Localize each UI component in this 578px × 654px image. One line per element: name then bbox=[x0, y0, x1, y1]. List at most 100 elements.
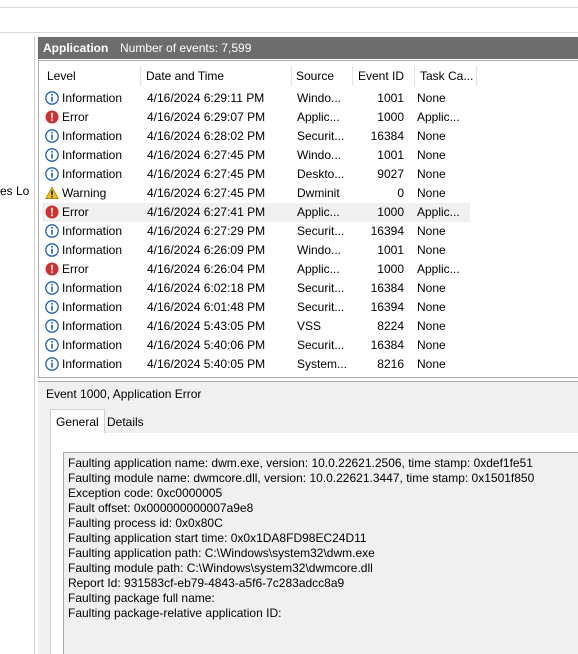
table-row[interactable]: Information 4/16/2024 6:27:45 PM Deskto...… bbox=[42, 165, 578, 184]
cell-date: 4/16/2024 6:27:45 PM bbox=[147, 186, 266, 200]
cell-date: 4/16/2024 5:43:05 PM bbox=[147, 319, 266, 333]
column-header-task-category[interactable]: Task Ca... bbox=[415, 66, 477, 86]
level-text: Error bbox=[62, 110, 89, 124]
table-row[interactable]: Error 4/16/2024 6:26:04 PM Applic... 1000 Ap… bbox=[42, 260, 578, 279]
table-row[interactable]: Error 4/16/2024 6:29:07 PM Applic... 1000 Ap… bbox=[42, 108, 578, 127]
cell-event-id: 0 bbox=[397, 186, 404, 200]
cell-level: Information bbox=[45, 146, 140, 165]
cell-source: System... bbox=[297, 357, 347, 371]
cell-event-id: 16394 bbox=[370, 300, 404, 314]
console-tree-pane[interactable]: ces Lo bbox=[0, 36, 35, 654]
column-header-row: Level Date and Time Source Event ID Task… bbox=[42, 66, 578, 88]
tab-details[interactable]: Details bbox=[102, 411, 149, 433]
event-list[interactable]: Level Date and Time Source Event ID Task… bbox=[38, 60, 578, 378]
cell-source: Windo... bbox=[297, 91, 342, 105]
event-description[interactable]: Faulting application name: dwm.exe, vers… bbox=[63, 452, 578, 654]
cell-task-category: None bbox=[417, 300, 446, 314]
column-header-level[interactable]: Level bbox=[42, 66, 141, 86]
row-cells: Information 4/16/2024 6:01:48 PM Securit..… bbox=[42, 298, 470, 317]
description-line: Faulting process id: 0x0x80C bbox=[68, 516, 223, 530]
cell-date: 4/16/2024 6:27:29 PM bbox=[147, 224, 266, 238]
table-row[interactable]: Information 4/16/2024 5:43:05 PM VSS 8224 No… bbox=[42, 317, 578, 336]
table-row[interactable]: Information 4/16/2024 6:26:09 PM Windo... 1… bbox=[42, 241, 578, 260]
cell-event-id: 1000 bbox=[377, 262, 404, 276]
information-icon bbox=[45, 90, 59, 105]
row-cells: Error 4/16/2024 6:26:04 PM Applic... 1000 Ap… bbox=[42, 260, 470, 279]
level-text: Information bbox=[62, 319, 123, 333]
information-icon bbox=[45, 356, 59, 371]
description-line: Faulting package full name: bbox=[68, 591, 215, 605]
event-details-header: Event 1000, Application Error bbox=[38, 381, 578, 406]
cell-date: 4/16/2024 6:29:07 PM bbox=[147, 110, 266, 124]
information-icon bbox=[45, 147, 59, 162]
column-header-date[interactable]: Date and Time bbox=[141, 66, 292, 86]
description-line: Fault offset: 0x000000000007a9e8 bbox=[68, 501, 254, 515]
cell-date: 4/16/2024 6:27:45 PM bbox=[147, 148, 266, 162]
cell-event-id: 1001 bbox=[377, 148, 404, 162]
cell-level: Information bbox=[45, 355, 140, 374]
row-cells: Information 4/16/2024 6:28:02 PM Securit..… bbox=[42, 127, 470, 146]
cell-level: Information bbox=[45, 127, 140, 146]
level-text: Error bbox=[62, 205, 89, 219]
tree-item-fragment[interactable]: ces Lo bbox=[0, 184, 29, 198]
row-cells: Information 4/16/2024 6:29:11 PM Windo... 1… bbox=[42, 89, 470, 108]
cell-level: Information bbox=[45, 279, 140, 298]
cell-source: Securit... bbox=[297, 224, 345, 238]
cell-task-category: None bbox=[417, 129, 446, 143]
cell-level: Information bbox=[45, 241, 140, 260]
error-icon bbox=[45, 262, 59, 276]
table-row[interactable]: Information 4/16/2024 6:29:11 PM Windo... 1… bbox=[42, 89, 578, 108]
cell-source: Securit... bbox=[297, 338, 345, 352]
cell-level: Information bbox=[45, 336, 140, 355]
row-cells: Information 4/16/2024 5:40:05 PM System...… bbox=[42, 355, 470, 374]
cell-level: Error bbox=[45, 108, 140, 127]
table-row[interactable]: Information 4/16/2024 6:27:45 PM Windo... 1… bbox=[42, 146, 578, 165]
cell-date: 4/16/2024 5:40:05 PM bbox=[147, 357, 266, 371]
cell-event-id: 16384 bbox=[370, 338, 404, 352]
tab-general[interactable]: General bbox=[50, 409, 105, 434]
information-icon bbox=[45, 242, 59, 257]
top-divider bbox=[0, 7, 578, 8]
information-icon bbox=[45, 337, 59, 352]
cell-source: Applic... bbox=[297, 205, 340, 219]
cell-source: VSS bbox=[297, 319, 322, 333]
row-cells: Information 4/16/2024 6:26:09 PM Windo... 1… bbox=[42, 241, 470, 260]
table-row[interactable]: Information 4/16/2024 6:02:18 PM Securit..… bbox=[42, 279, 578, 298]
cell-task-category: Applic... bbox=[417, 205, 460, 219]
information-icon bbox=[45, 166, 59, 181]
cell-task-category: None bbox=[417, 224, 446, 238]
information-icon bbox=[45, 280, 59, 295]
cell-date: 4/16/2024 6:28:02 PM bbox=[147, 129, 266, 143]
cell-event-id: 1000 bbox=[377, 205, 404, 219]
table-row[interactable]: Information 4/16/2024 5:40:05 PM System...… bbox=[42, 355, 578, 374]
cell-source: Windo... bbox=[297, 243, 342, 257]
cell-task-category: None bbox=[417, 148, 446, 162]
description-line: Faulting application start time: 0x0x1DA… bbox=[68, 531, 367, 545]
event-rows: Information 4/16/2024 6:29:11 PM Windo... 1… bbox=[42, 89, 578, 374]
column-header-source[interactable]: Source bbox=[291, 66, 353, 86]
error-icon bbox=[45, 110, 59, 124]
level-text: Error bbox=[62, 262, 89, 276]
table-row[interactable]: Error 4/16/2024 6:27:41 PM Applic... 1000 Ap… bbox=[42, 203, 578, 222]
log-header: Application Number of events: 7,599 bbox=[38, 37, 578, 59]
table-row[interactable]: Information 4/16/2024 6:28:02 PM Securit..… bbox=[42, 127, 578, 146]
column-header-event-id[interactable]: Event ID bbox=[353, 66, 415, 86]
cell-event-id: 16394 bbox=[370, 224, 404, 238]
level-text: Information bbox=[62, 148, 123, 162]
description-line: Faulting application path: C:\Windows\sy… bbox=[68, 546, 375, 560]
level-text: Warning bbox=[62, 186, 107, 200]
level-text: Information bbox=[62, 91, 123, 105]
description-line: Faulting module path: C:\Windows\system3… bbox=[68, 561, 373, 575]
cell-event-id: 16384 bbox=[370, 281, 404, 295]
information-icon bbox=[45, 299, 59, 314]
cell-date: 4/16/2024 6:02:18 PM bbox=[147, 281, 266, 295]
event-details-title: Event 1000, Application Error bbox=[46, 387, 202, 401]
cell-level: Information bbox=[45, 165, 140, 184]
table-row[interactable]: Information 4/16/2024 6:01:48 PM Securit..… bbox=[42, 298, 578, 317]
table-row[interactable]: Information 4/16/2024 6:27:29 PM Securit..… bbox=[42, 222, 578, 241]
table-row[interactable]: Warning 4/16/2024 6:27:45 PM Dwminit 0 None bbox=[42, 184, 578, 203]
level-text: Information bbox=[62, 300, 123, 314]
cell-level: Error bbox=[45, 203, 140, 222]
event-details-pane: General Details Faulting application nam… bbox=[38, 405, 578, 654]
table-row[interactable]: Information 4/16/2024 5:40:06 PM Securit..… bbox=[42, 336, 578, 355]
